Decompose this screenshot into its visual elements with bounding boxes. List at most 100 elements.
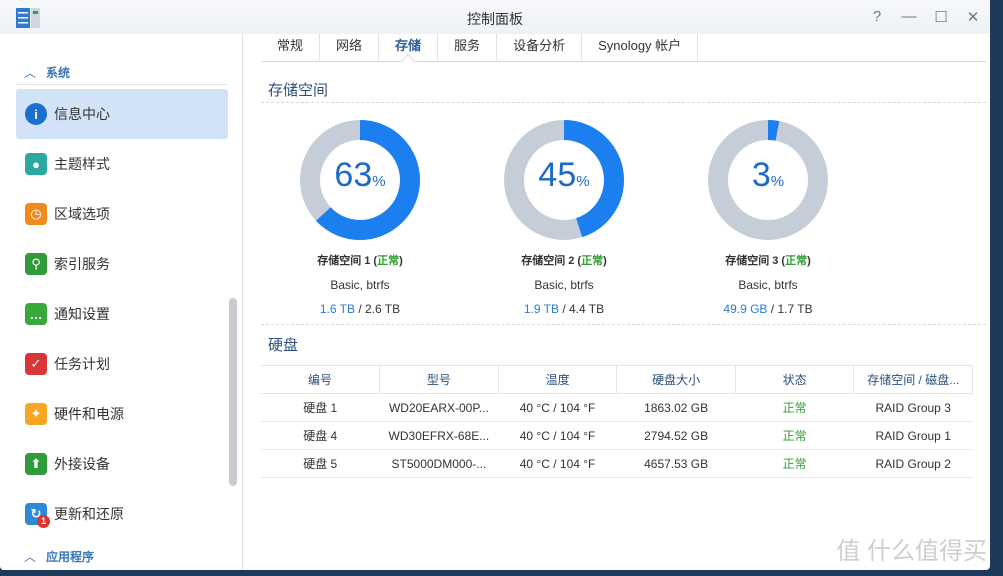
sidebar-item[interactable]: ✦ 硬件和电源 (16, 389, 228, 439)
volume-card[interactable]: 63% 存储空间 1 (正常) Basic, btrfs 1.6 TB / 2.… (260, 118, 460, 316)
sidebar-item[interactable]: ⬆ 外接设备 (16, 439, 228, 489)
maximize-button[interactable]: ☐ (932, 8, 950, 26)
usage-percent: 3% (751, 156, 785, 194)
sidebar-item[interactable]: ◷ 区域选项 (16, 189, 228, 239)
storage-heading: 存储空间 (268, 82, 329, 99)
column-header[interactable]: 型号 (379, 365, 499, 394)
volume-size: 1.9 TB / 4.4 TB (523, 302, 605, 316)
calendar-check-icon: ✓ (25, 353, 47, 375)
sidebar-item[interactable]: ✓ 任务计划 (16, 339, 228, 389)
usage-donut: 3% (706, 118, 830, 242)
table-cell: RAID Group 3 (853, 393, 973, 422)
sidebar-item[interactable]: ● 主题样式 (16, 139, 228, 189)
sidebar-item-label: 索引服务 (54, 256, 110, 272)
table-cell: 正常 (735, 393, 854, 422)
tab-bar: 常规 网络 存储 服务 设备分析 Synology 帐户 (261, 34, 986, 62)
table-row[interactable]: 硬盘 5 ST5000DM000-... 40 °C / 104 °F 4657.53… (261, 449, 973, 478)
palette-icon: ● (25, 153, 47, 175)
group-apps[interactable]: ︿ 应用程序 (24, 548, 94, 565)
tab[interactable]: Synology 帐户 (582, 34, 699, 61)
sidebar-item[interactable]: ⚲ 索引服务 (16, 239, 228, 289)
volume-card[interactable]: 45% 存储空间 2 (正常) Basic, btrfs 1.9 TB / 4.… (464, 118, 664, 316)
divider (261, 324, 986, 325)
minimize-button[interactable]: — (900, 8, 918, 25)
index-search-icon: ⚲ (25, 253, 47, 275)
table-cell: WD20EARX-00P... (379, 393, 499, 422)
table-row[interactable]: 硬盘 1 WD20EARX-00P... 40 °C / 104 °F 1863.02… (261, 393, 973, 422)
table-cell: 40 °C / 104 °F (498, 421, 617, 450)
sidebar-item[interactable]: i 信息中心 (16, 89, 228, 139)
sidebar-item-label: 任务计划 (54, 356, 110, 372)
volume-type: Basic, btrfs (330, 278, 390, 292)
window-title: 控制面板 (467, 11, 523, 27)
volume-type: Basic, btrfs (534, 278, 594, 292)
external-device-icon: ⬆ (25, 453, 47, 475)
help-button[interactable]: ? (868, 8, 886, 25)
usage-percent: 63% (334, 156, 386, 194)
volume-status: 正常 (581, 255, 604, 267)
update-icon: ↻ 1 (25, 503, 50, 528)
divider (261, 102, 986, 103)
volume-status: 正常 (377, 255, 400, 267)
sidebar-item-label: 硬件和电源 (54, 406, 124, 422)
sidebar-item-label: 区域选项 (54, 206, 110, 222)
group-system[interactable]: ︿ 系统 (24, 64, 70, 81)
bulb-icon: ✦ (25, 403, 47, 425)
usage-donut: 63% (298, 118, 422, 242)
table-cell: 40 °C / 104 °F (498, 393, 617, 422)
close-button[interactable]: ✕ (964, 8, 982, 26)
title-bar: 控制面板 ? — ☐ ✕ (0, 0, 990, 34)
table-row[interactable]: 硬盘 4 WD30EFRX-68E... 40 °C / 104 °F 2794.52… (261, 421, 973, 450)
volume-name: 存储空间 1 (正常) (317, 255, 403, 267)
watermark: 值 什么值得买 (836, 538, 987, 565)
tab[interactable]: 存储 (379, 34, 439, 61)
usage-donut: 45% (502, 118, 626, 242)
table-cell: 正常 (735, 421, 854, 450)
volume-size: 1.6 TB / 2.6 TB (319, 302, 401, 316)
column-header[interactable]: 温度 (498, 365, 618, 394)
sidebar-item-label: 外接设备 (54, 456, 110, 472)
sidebar-item-label: 更新和还原 (54, 506, 124, 522)
table-cell: RAID Group 2 (853, 449, 973, 478)
table-cell: RAID Group 1 (853, 421, 973, 450)
volume-name: 存储空间 2 (正常) (521, 255, 607, 267)
table-cell: 硬盘 1 (261, 393, 380, 422)
map-clock-icon: ◷ (25, 203, 47, 225)
sidebar-item-label: 主题样式 (54, 156, 110, 172)
table-cell: ST5000DM000-... (379, 449, 499, 478)
chevron-up-icon: ︿ (24, 66, 37, 80)
tab[interactable]: 常规 (261, 34, 321, 61)
table-cell: 4657.53 GB (616, 449, 736, 478)
chevron-up-icon: ︿ (24, 550, 37, 564)
disk-table: 编号 型号 温度 硬盘大小 状态 存储空间 / 磁盘... 硬盘 1 WD20EARX-00P… (261, 365, 973, 478)
sidebar-item[interactable]: … 通知设置 (16, 289, 228, 339)
update-count-badge: 1 (37, 515, 50, 528)
table-cell: 2794.52 GB (616, 421, 736, 450)
volume-type: Basic, btrfs (738, 278, 798, 292)
sidebar-item-label: 通知设置 (54, 306, 110, 322)
sidebar-scrollbar[interactable] (229, 298, 237, 486)
table-cell: 40 °C / 104 °F (498, 449, 617, 478)
tab[interactable]: 设备分析 (497, 34, 583, 61)
disks-heading: 硬盘 (268, 337, 299, 354)
table-cell: 硬盘 4 (261, 421, 380, 450)
sidebar-item[interactable]: ↻ 1 更新和还原 (16, 489, 228, 539)
sidebar-item-label: 信息中心 (54, 106, 110, 122)
tab[interactable]: 服务 (438, 34, 498, 61)
table-cell: 1863.02 GB (616, 393, 736, 422)
info-icon: i (25, 103, 47, 125)
table-cell: 硬盘 5 (261, 449, 380, 478)
column-header[interactable]: 状态 (735, 365, 855, 394)
usage-percent: 45% (538, 156, 590, 194)
volume-name: 存储空间 3 (正常) (725, 255, 811, 267)
volume-status: 正常 (785, 255, 808, 267)
volume-size: 49.9 GB / 1.7 TB (723, 302, 813, 316)
column-header[interactable]: 存储空间 / 磁盘... (853, 365, 973, 394)
control-panel-window: 控制面板 ? — ☐ ✕ ⌂ 搜索 ︿系统 i信息中心●主题样式◷区域选项⚲索引… (0, 0, 990, 570)
column-header[interactable]: 编号 (261, 365, 380, 394)
sidebar: ︿ 系统 i 信息中心 ● 主题样式 ◷ 区域选项 ⚲ 索引服务 … 通知设置 ✓ 任务计划 ✦ 硬件和电源… (0, 34, 243, 570)
column-header[interactable]: 硬盘大小 (616, 365, 736, 394)
tab[interactable]: 网络 (320, 34, 380, 61)
table-cell: 正常 (735, 449, 854, 478)
volume-card[interactable]: 3% 存储空间 3 (正常) Basic, btrfs 49.9 GB / 1.… (668, 118, 868, 316)
